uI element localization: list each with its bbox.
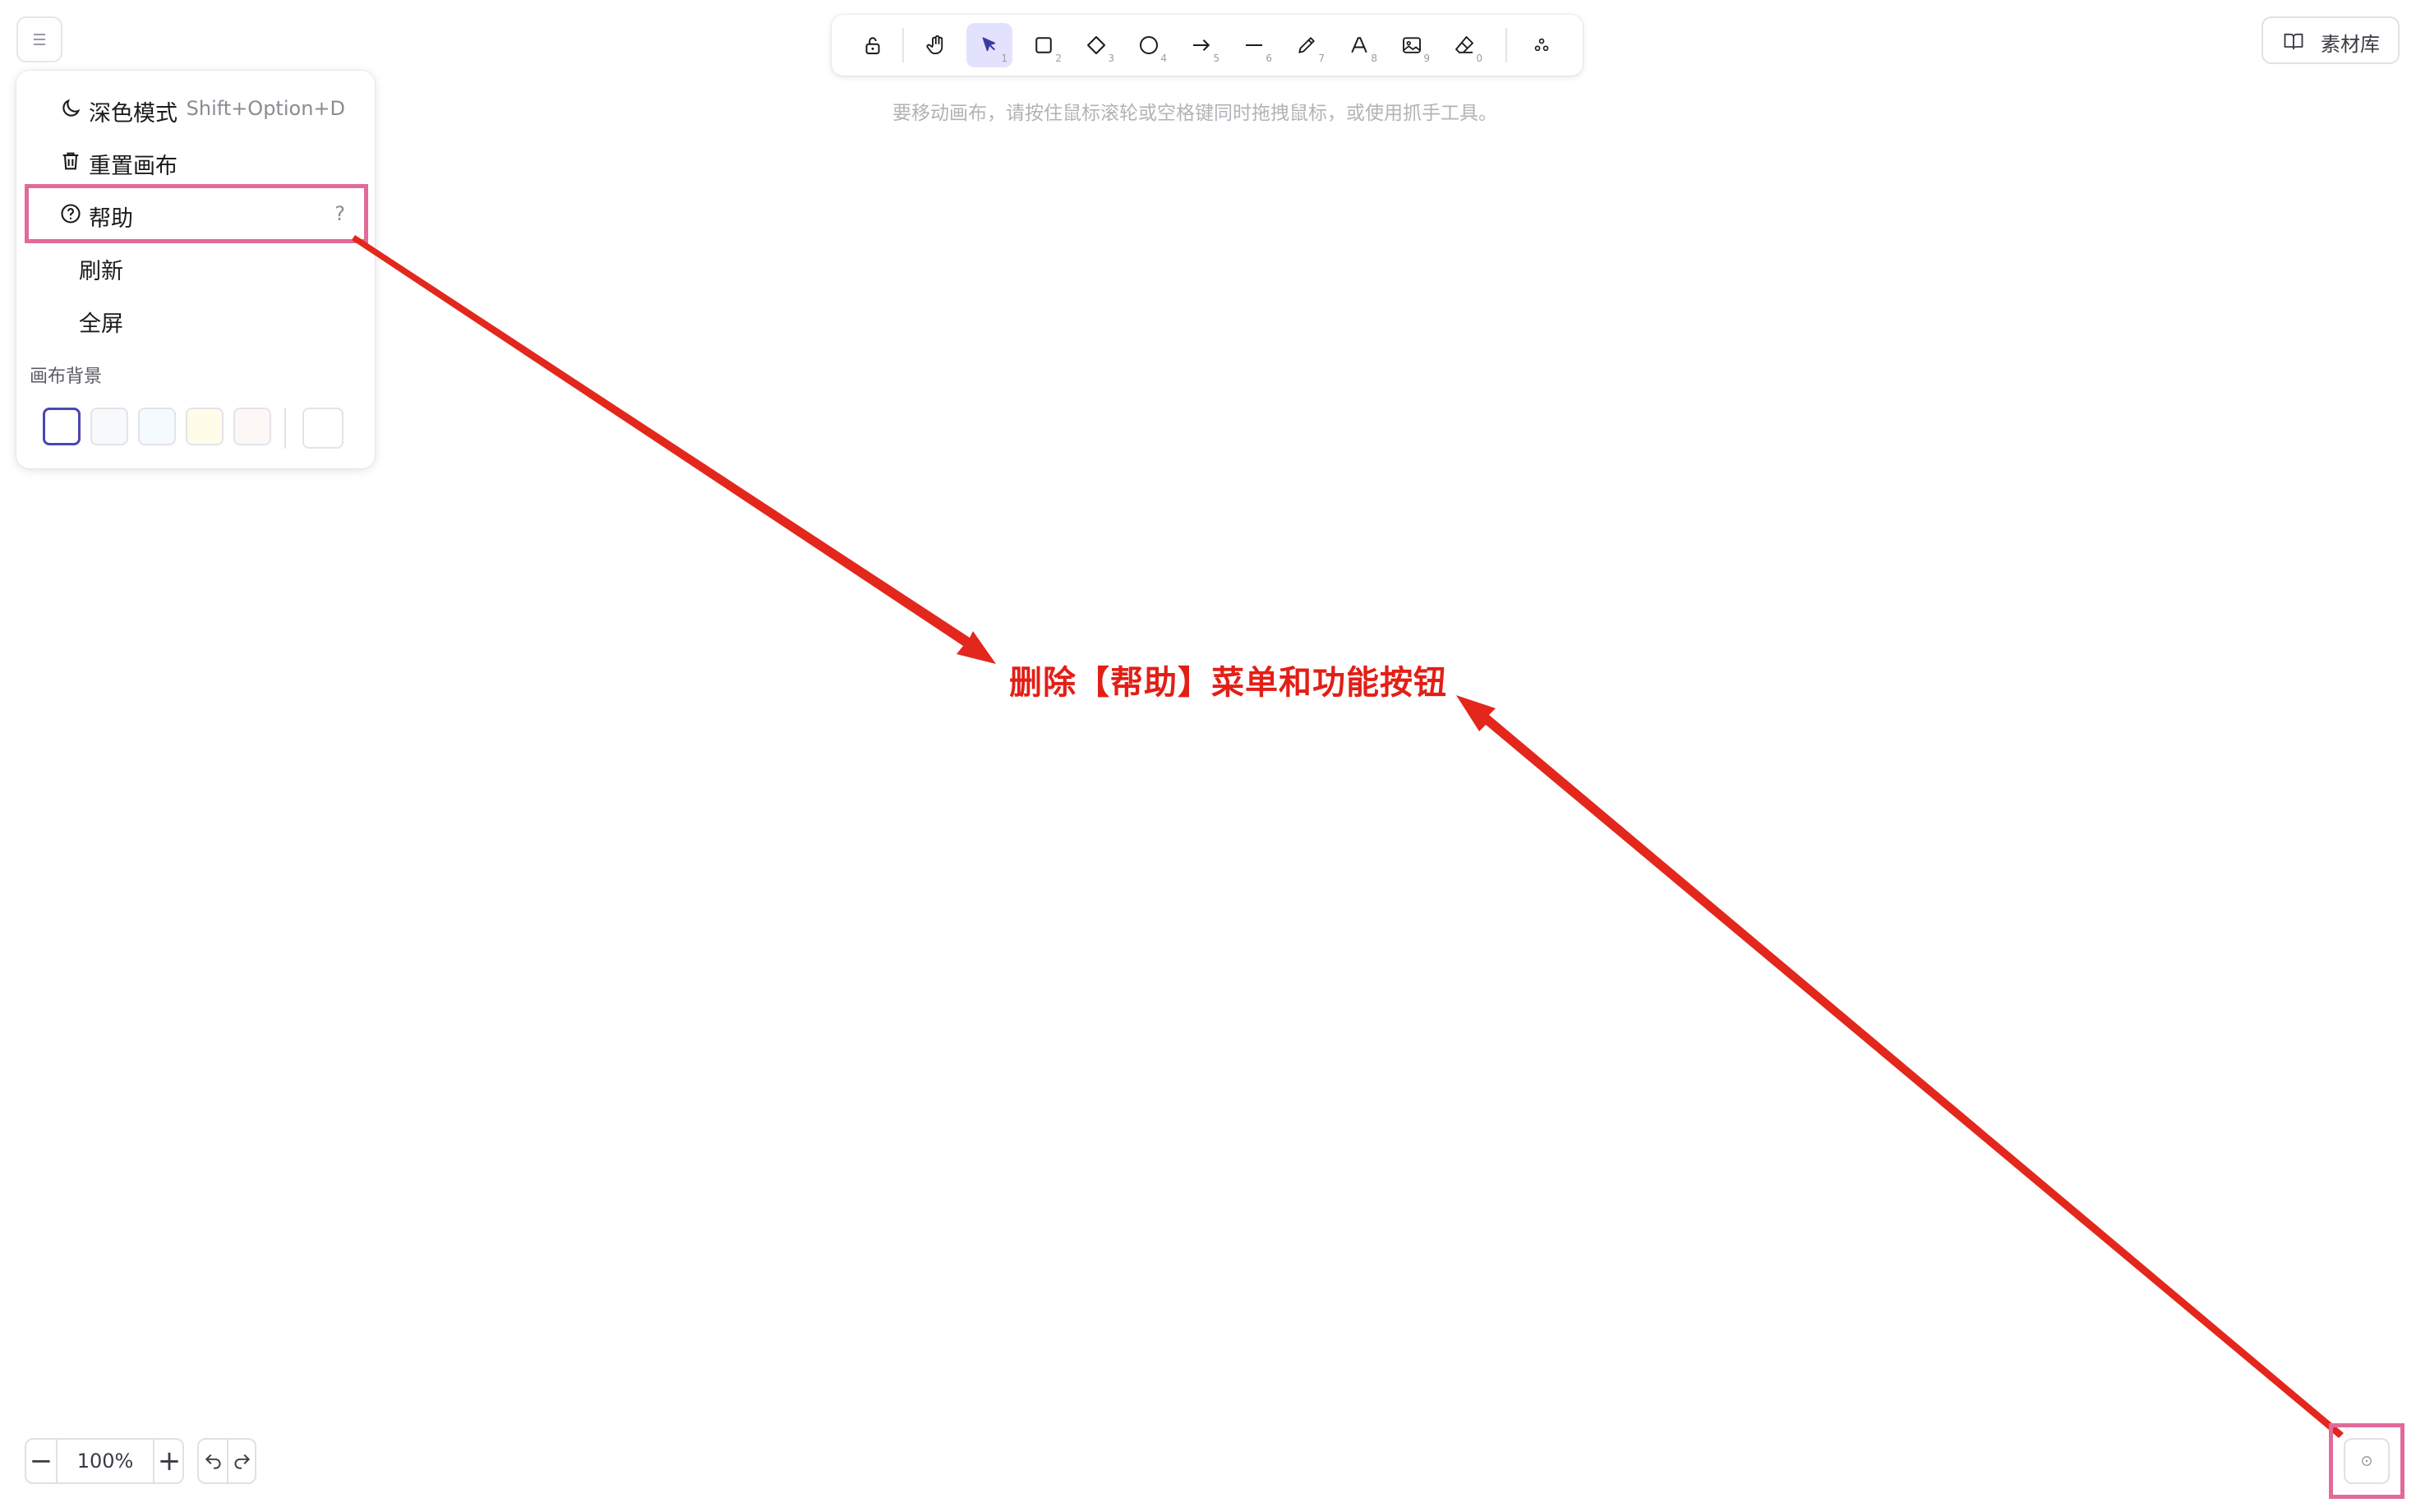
redo-icon[interactable] xyxy=(231,1450,252,1472)
undo-icon[interactable] xyxy=(203,1450,224,1472)
undo-redo-controls xyxy=(197,1438,256,1484)
zoom-controls: − 100% + xyxy=(25,1438,184,1484)
annotation-arrow-top xyxy=(352,235,996,664)
zoom-out-button[interactable]: − xyxy=(26,1440,56,1482)
annotation-arrow-bottom xyxy=(1456,695,2344,1438)
undo-divider xyxy=(227,1440,228,1482)
zoom-value[interactable]: 100% xyxy=(58,1450,153,1473)
zoom-in-button[interactable]: + xyxy=(154,1440,184,1482)
annotation-text: 删除【帮助】菜单和功能按钮 xyxy=(1009,664,1447,702)
annotation-arrows xyxy=(352,235,2344,1438)
help-button-highlight xyxy=(2329,1423,2404,1499)
